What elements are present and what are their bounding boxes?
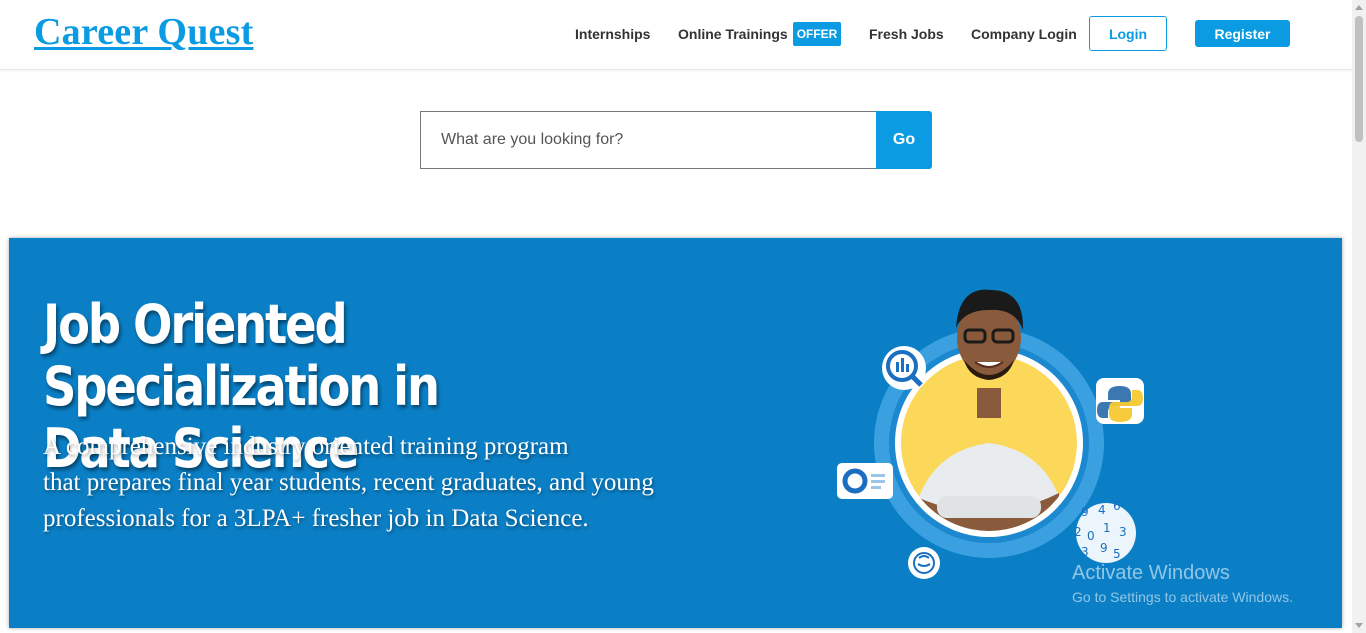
numbers-badge-icon: 9 4 6 2 0 1 3 3 9 5 — [1074, 499, 1136, 563]
nav-company-login-label[interactable]: Company Login — [971, 26, 1077, 42]
site-header: Career Quest Internships Online Training… — [0, 0, 1352, 70]
numbers-badge-digit: 2 — [1074, 525, 1082, 539]
numbers-badge-digit: 9 — [1081, 505, 1089, 519]
donut-chart-card-icon — [837, 463, 893, 499]
windows-activation-watermark: Activate Windows Go to Settings to activ… — [1072, 561, 1293, 607]
scroll-down-arrow-icon[interactable] — [1355, 623, 1363, 628]
login-button[interactable]: Login — [1089, 16, 1167, 51]
nav-company-login[interactable]: Company Login — [971, 0, 1077, 68]
page-scrollbar[interactable] — [1352, 0, 1366, 633]
analytics-search-icon — [882, 346, 926, 390]
scroll-thumb[interactable] — [1355, 16, 1363, 142]
brain-icon — [908, 547, 940, 579]
numbers-badge-digit: 3 — [1081, 545, 1089, 559]
banner-subtitle-line-3: professionals for a 3LPA+ fresher job in… — [43, 505, 589, 532]
numbers-badge-digit: 0 — [1087, 529, 1095, 543]
numbers-badge-digit: 1 — [1103, 521, 1111, 535]
banner-subtitle: A comprehensive industry oriented traini… — [43, 429, 654, 537]
nav-fresh-jobs-label[interactable]: Fresh Jobs — [869, 26, 944, 42]
banner-title-line-1: Job Oriented Specialization in — [43, 293, 440, 418]
scroll-up-arrow-icon[interactable] — [1355, 5, 1363, 10]
hero-banner[interactable]: Job Oriented Specialization in Data Scie… — [9, 238, 1342, 628]
nav-online-trainings[interactable]: Online Trainings OFFER — [678, 0, 842, 68]
nav-internships-label[interactable]: Internships — [575, 26, 650, 42]
numbers-badge-digit: 9 — [1100, 541, 1108, 555]
nav-fresh-jobs[interactable]: Fresh Jobs — [869, 0, 944, 68]
numbers-badge-digit: 6 — [1113, 499, 1121, 513]
python-logo-icon — [1096, 378, 1144, 424]
numbers-badge-digit: 5 — [1113, 547, 1121, 561]
numbers-badge-digit: 3 — [1119, 525, 1127, 539]
banner-subtitle-line-1: A comprehensive industry oriented traini… — [43, 433, 569, 460]
numbers-badge-digit: 4 — [1098, 503, 1106, 517]
register-button[interactable]: Register — [1195, 20, 1290, 47]
offer-badge: OFFER — [792, 22, 842, 46]
nav-internships[interactable]: Internships — [575, 0, 650, 68]
banner-subtitle-line-2: that prepares final year students, recen… — [43, 469, 654, 496]
activate-windows-subtitle: Go to Settings to activate Windows. — [1072, 589, 1293, 605]
search-input[interactable] — [420, 111, 877, 169]
site-logo[interactable]: Career Quest — [34, 10, 253, 54]
nav-online-trainings-label[interactable]: Online Trainings — [678, 26, 788, 42]
activate-windows-title: Activate Windows — [1072, 562, 1230, 584]
search-go-button[interactable]: Go — [876, 111, 932, 169]
